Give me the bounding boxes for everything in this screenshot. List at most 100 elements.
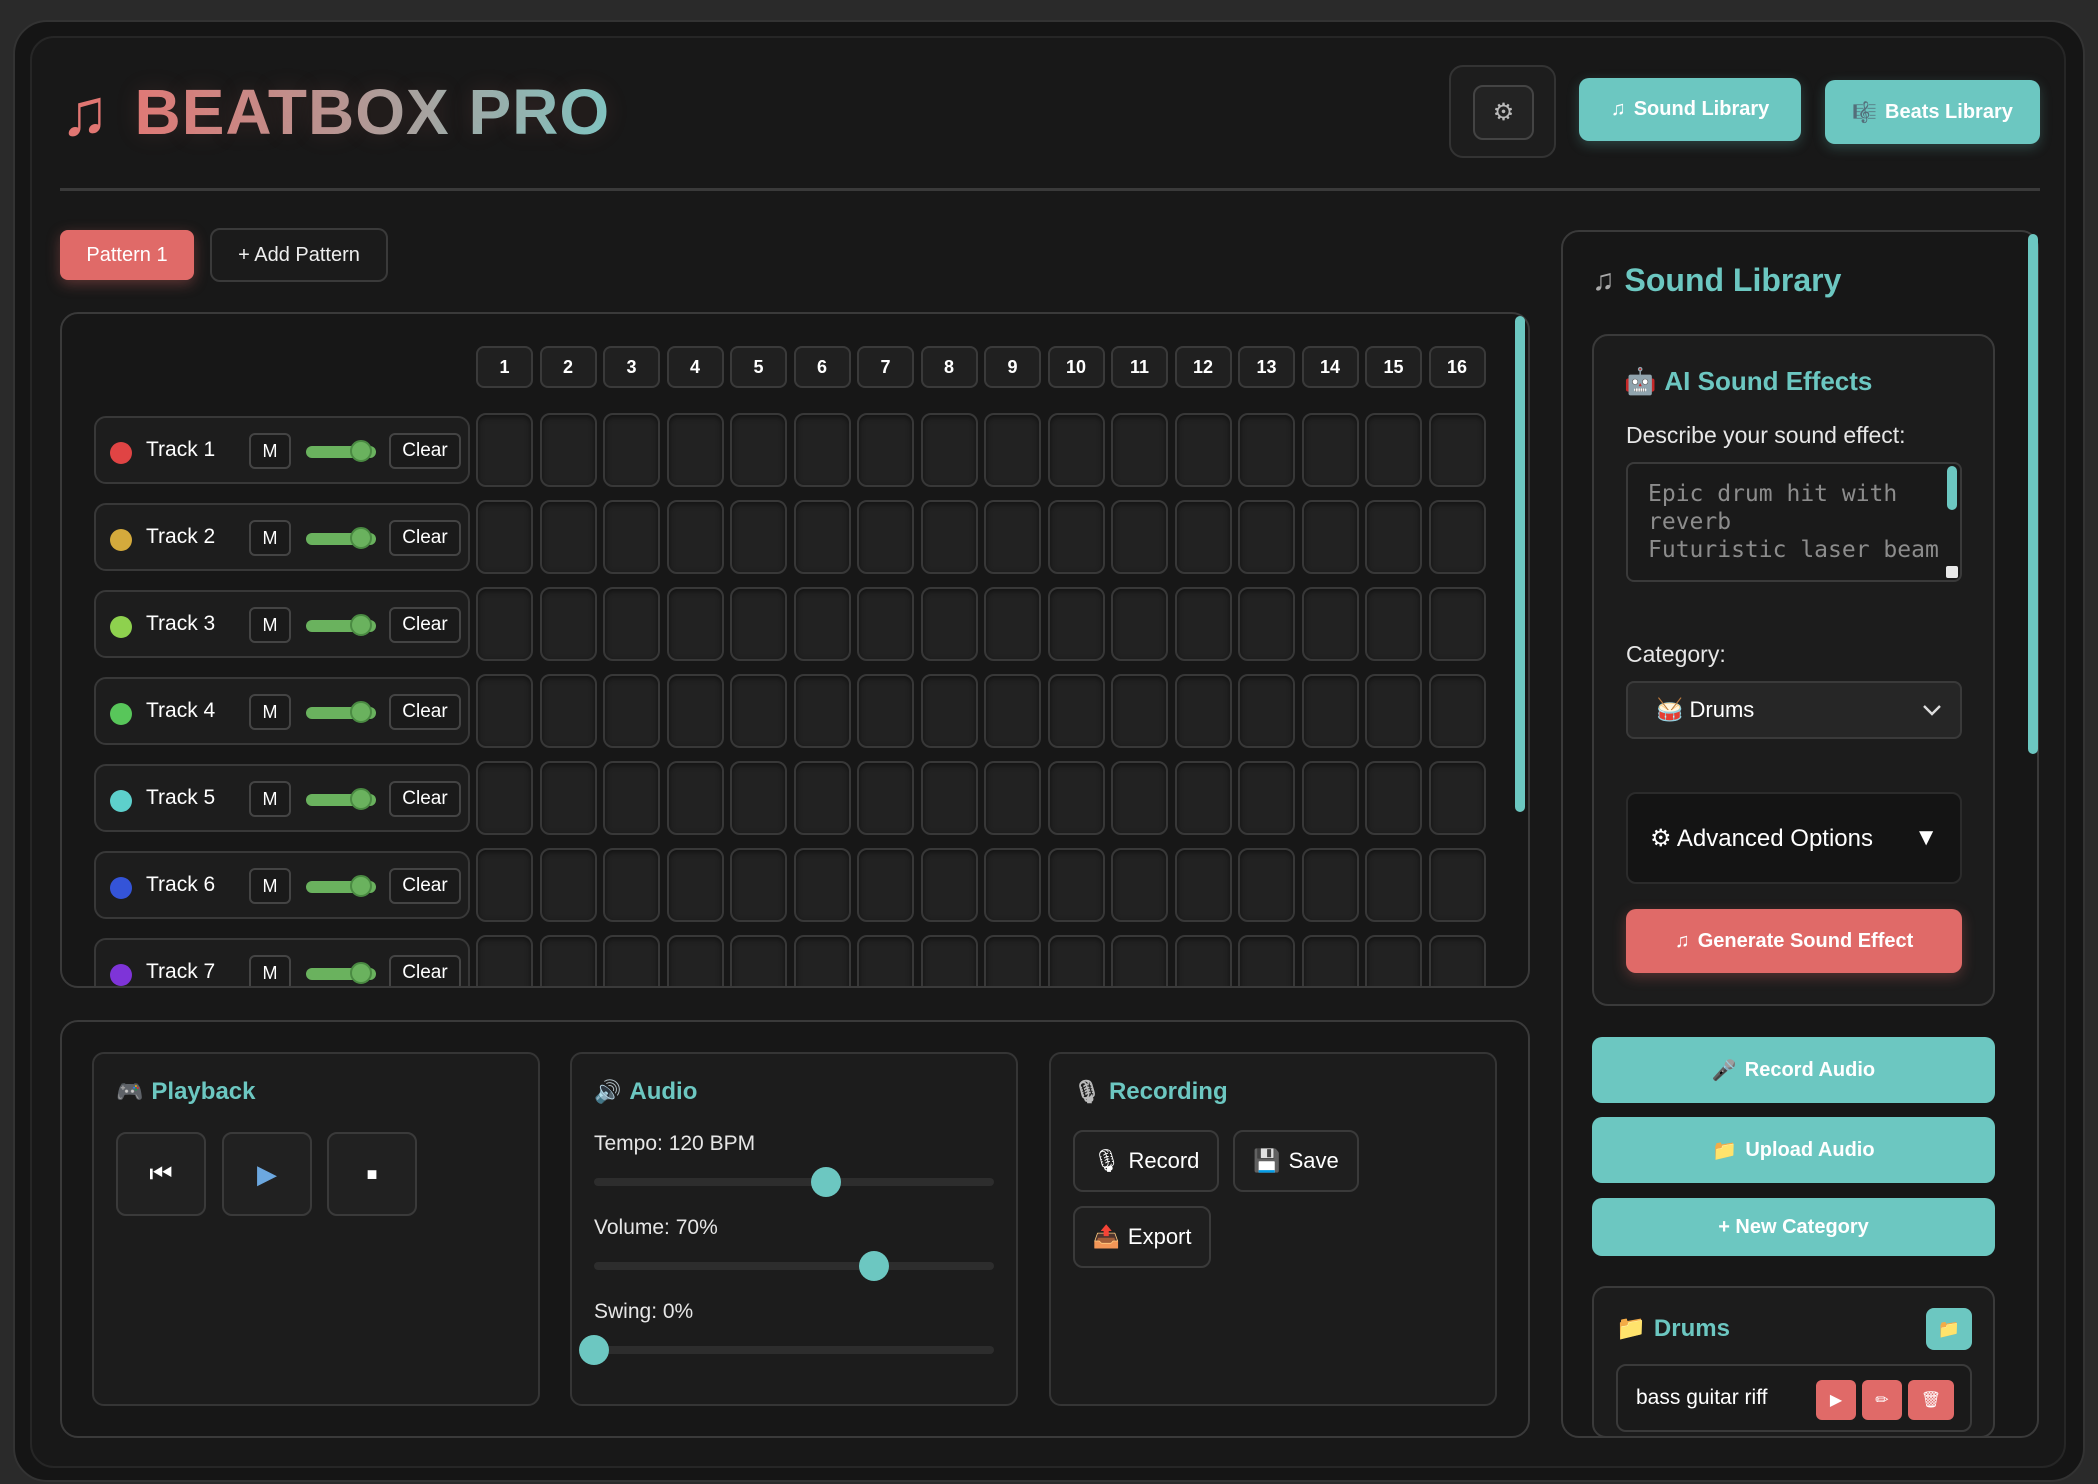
- step-cell[interactable]: [476, 761, 533, 835]
- tempo-slider[interactable]: [594, 1167, 994, 1197]
- new-category-button[interactable]: + New Category: [1592, 1198, 1995, 1256]
- step-cell[interactable]: [1238, 413, 1295, 487]
- mute-button[interactable]: M: [249, 607, 291, 643]
- step-cell[interactable]: [1238, 761, 1295, 835]
- step-cell[interactable]: [603, 413, 660, 487]
- step-cell[interactable]: [1428, 935, 1486, 986]
- step-cell[interactable]: [1238, 587, 1295, 661]
- step-cell[interactable]: [920, 761, 978, 835]
- record-audio-button[interactable]: 🎤 Record Audio: [1592, 1037, 1995, 1103]
- step-cell[interactable]: [857, 761, 914, 835]
- step-cell[interactable]: [666, 848, 724, 922]
- step-cell[interactable]: [666, 413, 724, 487]
- step-cell[interactable]: [539, 761, 597, 835]
- step-cell[interactable]: [1047, 848, 1105, 922]
- step-cell[interactable]: [793, 761, 851, 835]
- tempo-slider-knob[interactable]: [811, 1167, 841, 1197]
- step-cell[interactable]: [730, 848, 787, 922]
- clear-track-button[interactable]: Clear: [389, 694, 461, 730]
- textarea-scrollbar[interactable]: [1947, 466, 1957, 510]
- step-cell[interactable]: [476, 413, 533, 487]
- step-cell[interactable]: [1365, 935, 1422, 986]
- step-cell[interactable]: [857, 674, 914, 748]
- step-cell[interactable]: [666, 761, 724, 835]
- track-volume-knob[interactable]: [350, 962, 372, 984]
- step-cell[interactable]: [730, 587, 787, 661]
- step-cell[interactable]: [1238, 848, 1295, 922]
- step-cell[interactable]: [603, 935, 660, 986]
- track-volume-knob[interactable]: [350, 701, 372, 723]
- sound-edit-button[interactable]: ✏: [1862, 1380, 1902, 1420]
- step-cell[interactable]: [1238, 674, 1295, 748]
- export-button[interactable]: 📤 Export: [1073, 1206, 1211, 1268]
- step-cell[interactable]: [1238, 500, 1295, 574]
- step-cell[interactable]: [730, 500, 787, 574]
- track-volume-knob[interactable]: [350, 614, 372, 636]
- step-cell[interactable]: [1111, 761, 1168, 835]
- step-cell[interactable]: [603, 500, 660, 574]
- settings-button[interactable]: ⚙: [1473, 85, 1534, 140]
- step-cell[interactable]: [793, 848, 851, 922]
- track-volume-slider[interactable]: [306, 614, 376, 636]
- step-cell[interactable]: [1111, 674, 1168, 748]
- step-cell[interactable]: [539, 500, 597, 574]
- step-cell[interactable]: [666, 935, 724, 986]
- track-volume-knob[interactable]: [350, 527, 372, 549]
- step-cell[interactable]: [1301, 587, 1359, 661]
- step-cell[interactable]: [476, 848, 533, 922]
- volume-slider-knob[interactable]: [859, 1251, 889, 1281]
- clear-track-button[interactable]: Clear: [389, 781, 461, 817]
- play-button[interactable]: ▶: [222, 1132, 312, 1216]
- step-cell[interactable]: [1301, 413, 1359, 487]
- stop-button[interactable]: ■: [327, 1132, 417, 1216]
- step-cell[interactable]: [920, 587, 978, 661]
- step-cell[interactable]: [1111, 500, 1168, 574]
- step-cell[interactable]: [1047, 500, 1105, 574]
- sound-delete-button[interactable]: 🗑: [1908, 1380, 1954, 1420]
- sequencer-scrollbar[interactable]: [1515, 316, 1525, 812]
- step-cell[interactable]: [603, 674, 660, 748]
- volume-slider[interactable]: [594, 1251, 994, 1281]
- step-cell[interactable]: [730, 935, 787, 986]
- beats-library-button[interactable]: 🎼 Beats Library: [1825, 80, 2040, 144]
- step-cell[interactable]: [1111, 413, 1168, 487]
- step-cell[interactable]: [1174, 587, 1232, 661]
- step-cell[interactable]: [793, 935, 851, 986]
- track-volume-knob[interactable]: [350, 788, 372, 810]
- add-pattern-button[interactable]: + Add Pattern: [210, 228, 388, 282]
- track-volume-slider[interactable]: [306, 527, 376, 549]
- pattern-tab-active[interactable]: Pattern 1: [60, 230, 194, 280]
- step-cell[interactable]: [984, 761, 1041, 835]
- step-cell[interactable]: [476, 935, 533, 986]
- step-cell[interactable]: [1428, 413, 1486, 487]
- mute-button[interactable]: M: [249, 433, 291, 469]
- step-cell[interactable]: [857, 935, 914, 986]
- step-cell[interactable]: [476, 587, 533, 661]
- step-cell[interactable]: [603, 587, 660, 661]
- step-cell[interactable]: [1301, 848, 1359, 922]
- step-cell[interactable]: [1301, 761, 1359, 835]
- rewind-button[interactable]: ⏮: [116, 1132, 206, 1216]
- step-cell[interactable]: [920, 935, 978, 986]
- step-cell[interactable]: [984, 413, 1041, 487]
- mute-button[interactable]: M: [249, 781, 291, 817]
- mute-button[interactable]: M: [249, 955, 291, 986]
- step-cell[interactable]: [730, 761, 787, 835]
- step-cell[interactable]: [1174, 848, 1232, 922]
- step-cell[interactable]: [1301, 674, 1359, 748]
- step-cell[interactable]: [1047, 674, 1105, 748]
- step-cell[interactable]: [1111, 587, 1168, 661]
- step-cell[interactable]: [603, 761, 660, 835]
- step-cell[interactable]: [730, 674, 787, 748]
- mute-button[interactable]: M: [249, 868, 291, 904]
- track-volume-slider[interactable]: [306, 701, 376, 723]
- sound-play-button[interactable]: ▶: [1816, 1380, 1856, 1420]
- category-select[interactable]: 🥁 Drums: [1626, 681, 1962, 739]
- step-cell[interactable]: [1047, 587, 1105, 661]
- step-cell[interactable]: [476, 500, 533, 574]
- clear-track-button[interactable]: Clear: [389, 433, 461, 469]
- step-cell[interactable]: [984, 848, 1041, 922]
- clear-track-button[interactable]: Clear: [389, 520, 461, 556]
- step-cell[interactable]: [1428, 848, 1486, 922]
- step-cell[interactable]: [857, 587, 914, 661]
